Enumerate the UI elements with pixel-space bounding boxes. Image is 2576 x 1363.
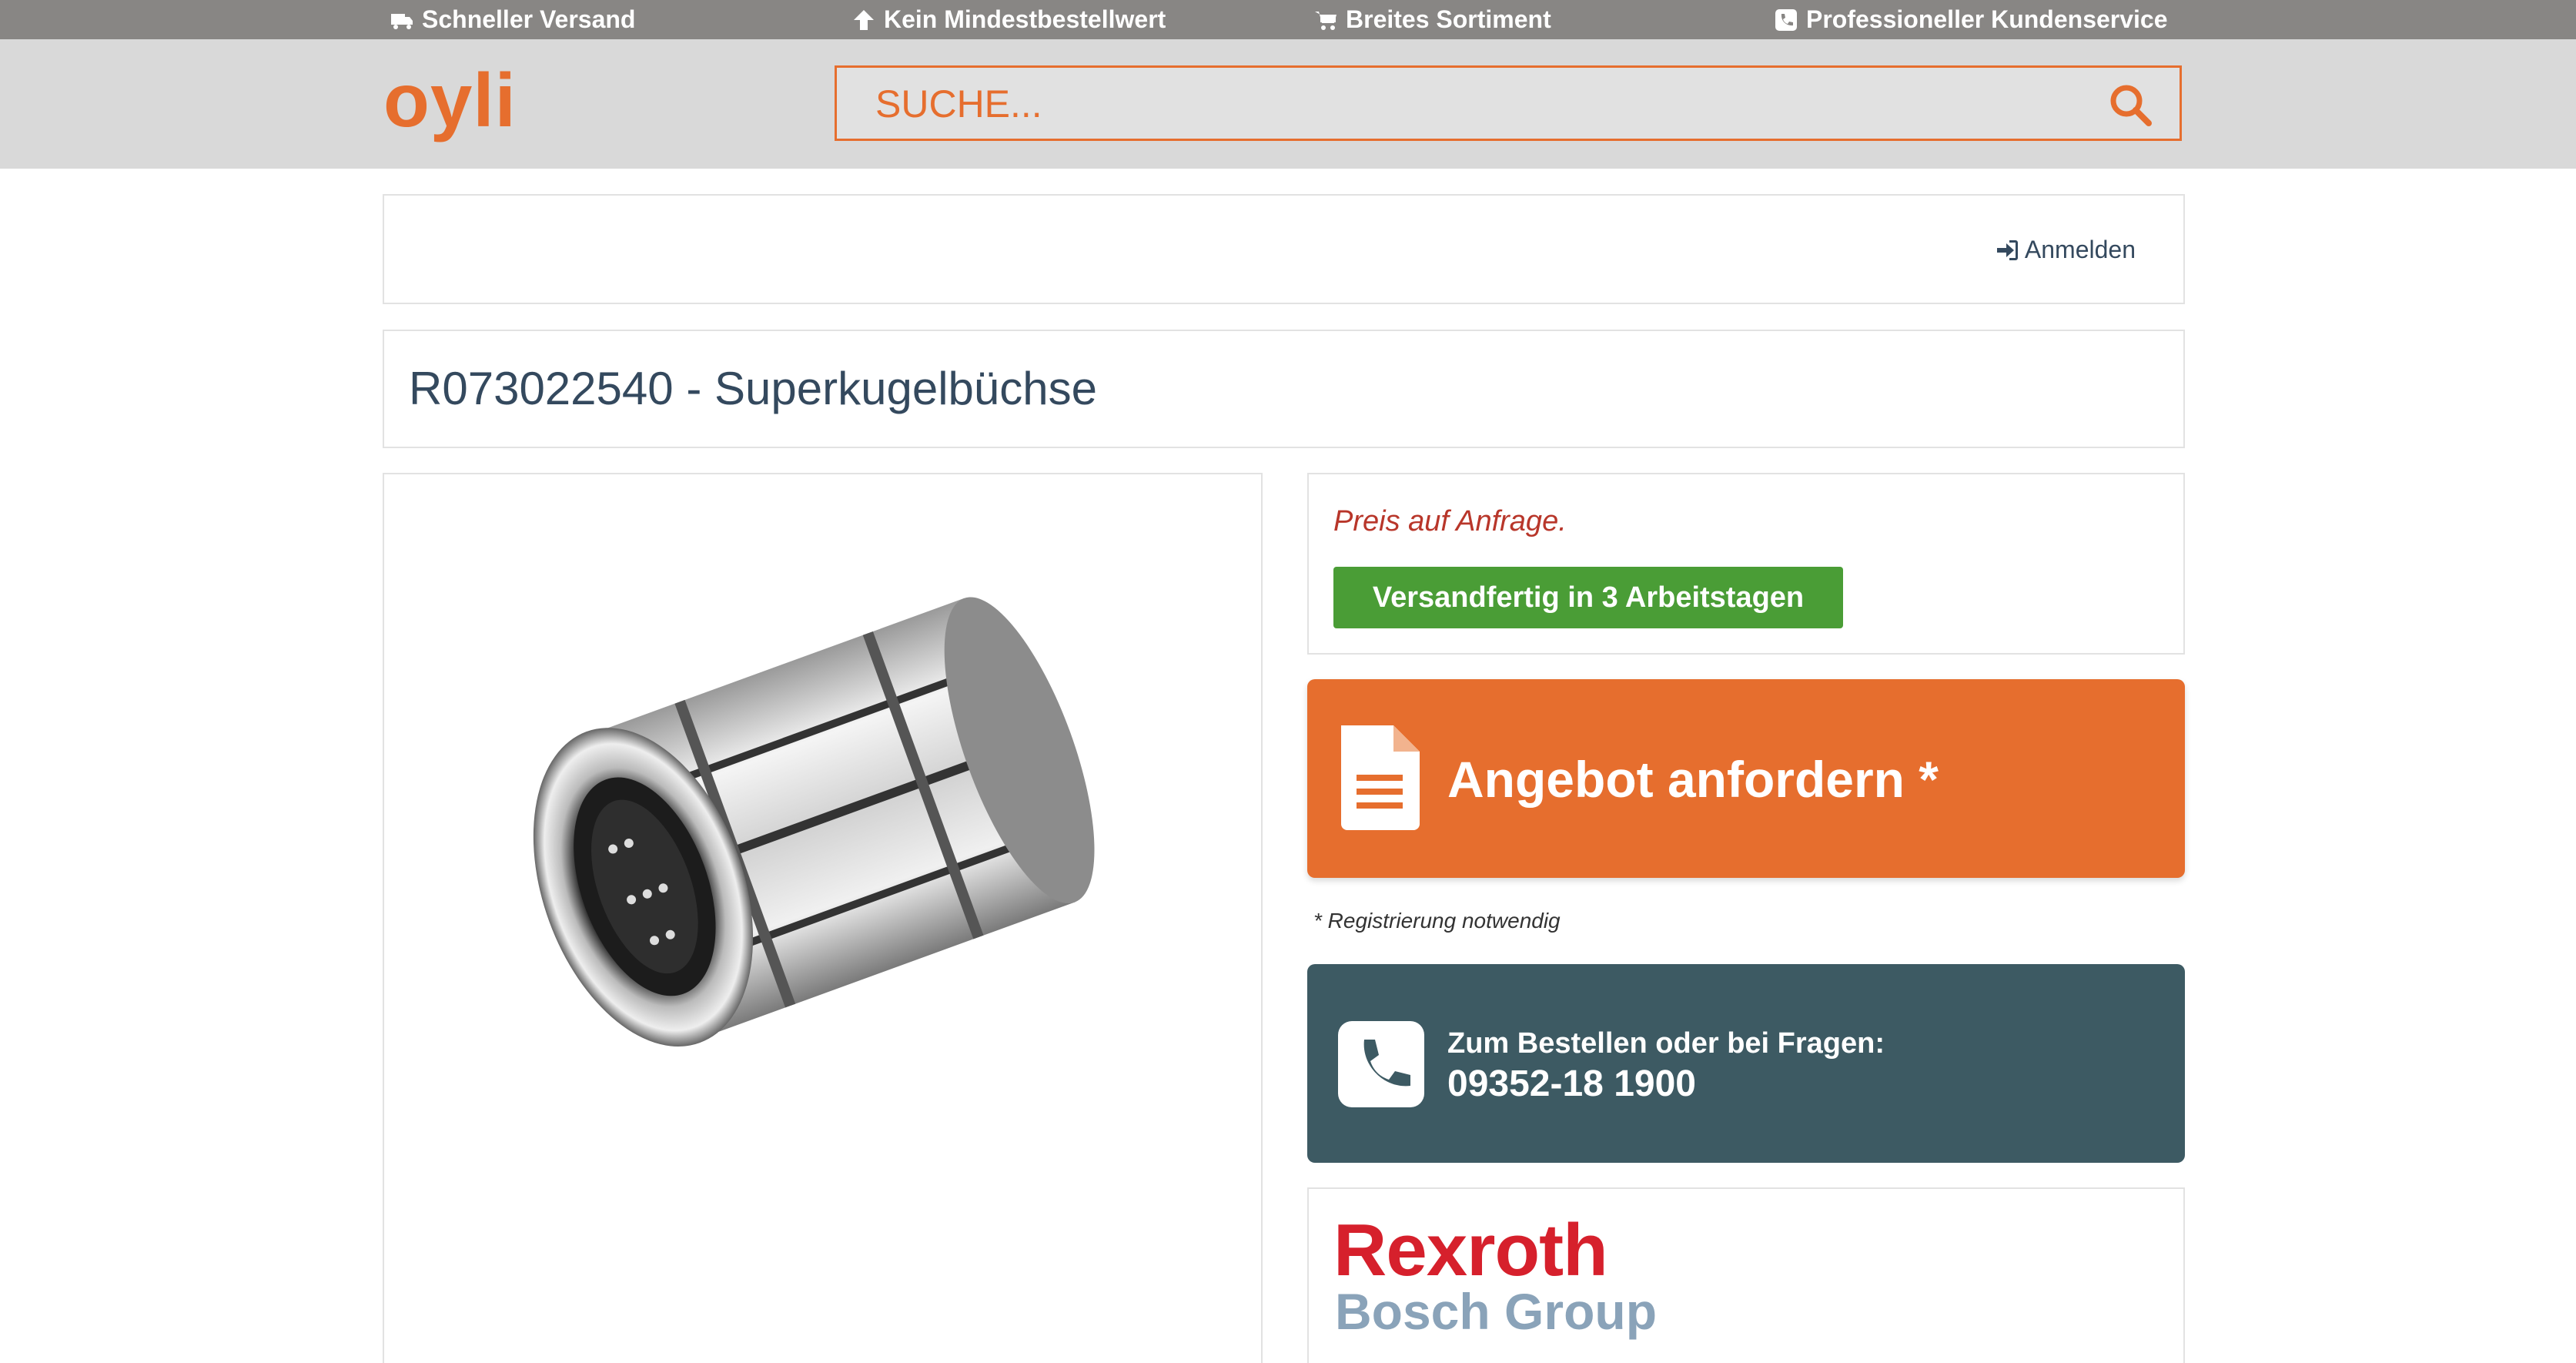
brand-logo[interactable]: Rexroth xyxy=(1333,1212,1608,1289)
price-text: Preis auf Anfrage. xyxy=(1333,505,1567,537)
usp-no-minimum: Kein Mindestbestellwert xyxy=(851,0,1166,39)
usp-label: Professioneller Kundenservice xyxy=(1806,5,2168,33)
login-link[interactable]: Anmelden xyxy=(1996,236,2136,264)
request-offer-button[interactable]: Angebot anfordern * xyxy=(1307,679,2185,878)
account-panel: Anmelden xyxy=(383,194,2185,304)
login-label: Anmelden xyxy=(2024,236,2136,263)
truck-icon xyxy=(391,13,413,29)
shipping-badge: Versandfertig in 3 Arbeitstagen xyxy=(1333,567,1843,628)
usp-label: Breites Sortiment xyxy=(1346,5,1551,33)
product-image[interactable] xyxy=(432,501,1202,1155)
registration-note: * Registrierung notwendig xyxy=(1313,909,1561,933)
price-panel: Preis auf Anfrage. Versandfertig in 3 Ar… xyxy=(1307,473,2185,655)
usp-bar xyxy=(0,0,2576,39)
contact-question: Zum Bestellen oder bei Fragen: xyxy=(1447,1027,1885,1060)
document-icon xyxy=(1341,725,1420,830)
usp-label: Schneller Versand xyxy=(422,5,636,33)
brand-group: Bosch Group xyxy=(1335,1283,1658,1340)
contact-box: Zum Bestellen oder bei Fragen: 09352-18 … xyxy=(1307,964,2185,1163)
brand-panel: Rexroth Bosch Group xyxy=(1307,1187,2185,1363)
site-logo[interactable]: oyli xyxy=(383,62,517,139)
request-offer-label: Angebot anfordern * xyxy=(1447,751,1939,808)
sign-in-icon xyxy=(1996,239,2018,260)
product-image-panel xyxy=(383,473,1263,1363)
search-input[interactable] xyxy=(874,79,2032,129)
usp-wide-range: Breites Sortiment xyxy=(1313,0,1551,39)
product-title-panel: R073022540 - Superkugelbüchse xyxy=(383,330,2185,448)
contact-phone[interactable]: 09352-18 1900 xyxy=(1447,1063,1696,1105)
search-bar xyxy=(835,65,2182,141)
search-icon[interactable] xyxy=(2107,82,2153,128)
phone-square-icon xyxy=(1775,8,1797,31)
arrow-up-icon xyxy=(854,9,874,30)
product-title: R073022540 - Superkugelbüchse xyxy=(409,363,1097,414)
cart-icon xyxy=(1315,11,1337,30)
usp-label: Kein Mindestbestellwert xyxy=(884,5,1166,33)
phone-icon xyxy=(1338,1021,1424,1107)
usp-fast-shipping: Schneller Versand xyxy=(390,0,635,39)
usp-customer-service: Professioneller Kundenservice xyxy=(1774,0,2168,39)
